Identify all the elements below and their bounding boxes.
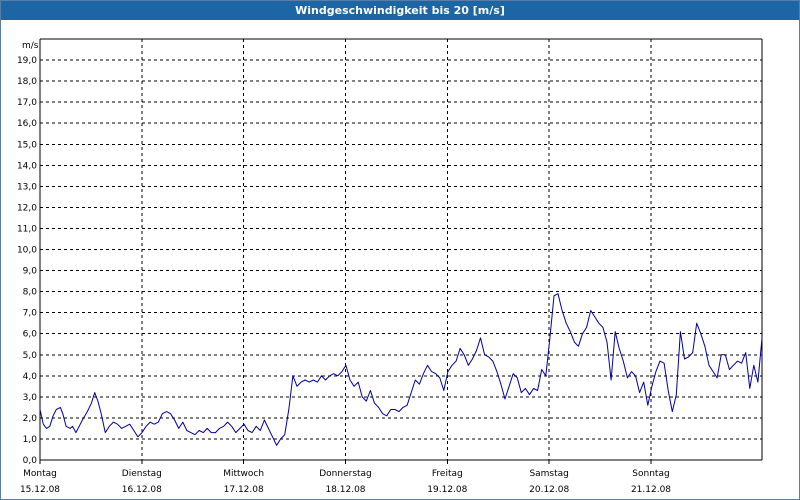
axes bbox=[39, 38, 763, 464]
x-tick-date: 20.12.08 bbox=[529, 485, 569, 495]
y-tick-label: 13,0 bbox=[17, 182, 37, 192]
y-tick-label: 7,0 bbox=[23, 309, 38, 319]
y-tick-label: 3,0 bbox=[23, 393, 38, 403]
y-tick-label: 16,0 bbox=[17, 119, 37, 129]
x-tick-date: 19.12.08 bbox=[427, 485, 467, 495]
y-tick-label: 1,0 bbox=[23, 435, 38, 445]
grid bbox=[40, 39, 763, 460]
wind-speed-chart: 0,0 1,0 2,0 3,0 4,0 5,0 6,0 7,0 8,0 9,0 10,0 11,0 12… bbox=[17, 38, 763, 495]
x-tick-date: 21.12.08 bbox=[631, 485, 671, 495]
y-tick-label: 14,0 bbox=[17, 161, 37, 171]
y-tick-label: 11,0 bbox=[17, 224, 37, 234]
wind-speed-line bbox=[39, 293, 763, 446]
y-tick-label: 12,0 bbox=[17, 203, 37, 213]
y-tick-label: 5,0 bbox=[23, 351, 38, 361]
y-tick-label: 9,0 bbox=[23, 267, 38, 277]
y-tick-label: 2,0 bbox=[23, 414, 38, 424]
y-tick-label: 19,0 bbox=[17, 56, 37, 66]
x-tick-date: 17.12.08 bbox=[224, 485, 264, 495]
y-tick-label: 6,0 bbox=[23, 330, 38, 340]
x-tick-day: Dienstag bbox=[122, 469, 162, 479]
x-tick-date: 16.12.08 bbox=[122, 485, 162, 495]
x-tick-day: Montag bbox=[23, 469, 57, 479]
y-tick-label: 4,0 bbox=[23, 372, 38, 382]
x-tick-day: Freitag bbox=[432, 469, 463, 479]
y-tick-label: 18,0 bbox=[17, 77, 37, 87]
x-tick-day: Mittwoch bbox=[223, 469, 264, 479]
y-tick-label: 0,0 bbox=[23, 456, 38, 466]
y-tick-label: 8,0 bbox=[23, 288, 38, 298]
series-lines bbox=[39, 293, 763, 446]
y-tick-label: 15,0 bbox=[17, 140, 37, 150]
x-tick-day: Donnerstag bbox=[319, 469, 372, 479]
x-tick-date: 15.12.08 bbox=[20, 485, 60, 495]
x-tick-day: Sonntag bbox=[632, 469, 669, 479]
x-tick-labels: Montag 15.12.08 Dienstag 16.12.08 Mittwoch 17… bbox=[20, 469, 671, 495]
y-tick-labels: 0,0 1,0 2,0 3,0 4,0 5,0 6,0 7,0 8,0 9,0 10,0 11,0 12… bbox=[17, 41, 39, 466]
y-tick-label: 17,0 bbox=[17, 98, 37, 108]
y-tick-label: 10,0 bbox=[17, 246, 37, 256]
y-axis-label: m/s bbox=[22, 41, 39, 51]
x-tick-date: 18.12.08 bbox=[325, 485, 365, 495]
x-tick-day: Samstag bbox=[529, 469, 568, 479]
